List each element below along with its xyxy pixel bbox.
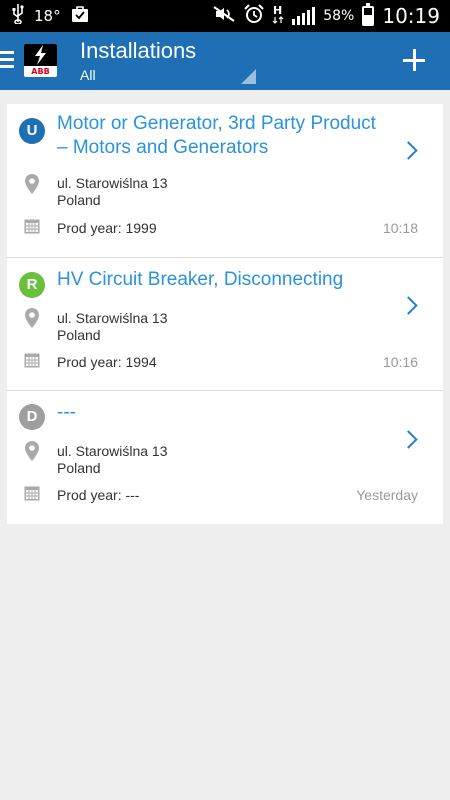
timestamp: 10:16 (382, 354, 418, 370)
prod-year: Prod year: --- (57, 487, 140, 503)
timestamp: 10:18 (382, 220, 418, 236)
address-street: ul. Starowiślna 13 (57, 175, 168, 191)
battery-percent: 58% (323, 8, 355, 24)
installation-card[interactable]: U Motor or Generator, 3rd Party Product … (7, 104, 443, 258)
bag-icon (71, 5, 89, 27)
add-button[interactable] (398, 42, 430, 78)
bolt-icon (24, 44, 57, 66)
chevron-right-icon[interactable] (399, 430, 418, 449)
network-h-icon: H (272, 3, 284, 29)
address-country: Poland (57, 460, 101, 476)
address-street: ul. Starowiślna 13 (57, 310, 168, 326)
address-street: ul. Starowiślna 13 (57, 443, 168, 459)
installations-list: U Motor or Generator, 3rd Party Product … (7, 104, 443, 524)
address: ul. Starowiślna 13 Poland (57, 175, 168, 209)
filter-subtitle[interactable]: All (80, 67, 96, 83)
alarm-icon (244, 4, 264, 28)
svg-text:H: H (273, 4, 282, 17)
usb-icon (12, 4, 24, 28)
abb-logo[interactable]: ABB (24, 44, 57, 77)
location-pin-icon (24, 307, 40, 329)
calendar-icon (24, 485, 40, 501)
chevron-right-icon[interactable] (399, 296, 418, 315)
address-country: Poland (57, 192, 101, 208)
timestamp: Yesterday (356, 487, 418, 503)
status-bar-right: H 58% 10:19 (212, 0, 440, 32)
status-time: 10:19 (382, 4, 440, 28)
status-badge: R (19, 272, 45, 298)
calendar-icon (24, 218, 40, 234)
mute-icon (212, 5, 236, 27)
signal-icon (292, 7, 316, 25)
address-country: Poland (57, 327, 101, 343)
menu-icon[interactable] (0, 51, 14, 71)
installation-card[interactable]: R HV Circuit Breaker, Disconnecting ul. … (7, 258, 443, 391)
battery-charging-icon (362, 3, 375, 26)
installation-title[interactable]: --- (57, 401, 387, 425)
installation-title[interactable]: Motor or Generator, 3rd Party Product – … (57, 112, 387, 160)
prod-year: Prod year: 1999 (57, 220, 157, 236)
location-pin-icon (24, 173, 40, 195)
address: ul. Starowiślna 13 Poland (57, 443, 168, 477)
prod-year: Prod year: 1994 (57, 354, 157, 370)
address: ul. Starowiślna 13 Poland (57, 310, 168, 344)
app-bar: ABB Installations All (0, 32, 450, 90)
status-badge: U (19, 118, 45, 144)
logo-text: ABB (31, 67, 50, 76)
temperature: 18° (34, 7, 61, 25)
calendar-icon (24, 352, 40, 368)
chevron-right-icon[interactable] (399, 141, 418, 160)
dropdown-icon[interactable] (241, 69, 256, 84)
location-pin-icon (24, 440, 40, 462)
page-title[interactable]: Installations (80, 38, 196, 64)
status-badge: D (19, 404, 45, 430)
installation-title[interactable]: HV Circuit Breaker, Disconnecting (57, 268, 387, 292)
status-bar: 18° H 58% 10:19 (0, 0, 450, 32)
installation-card[interactable]: D --- ul. Starowiślna 13 Poland Prod yea… (7, 391, 443, 524)
status-bar-left: 18° (12, 0, 89, 32)
